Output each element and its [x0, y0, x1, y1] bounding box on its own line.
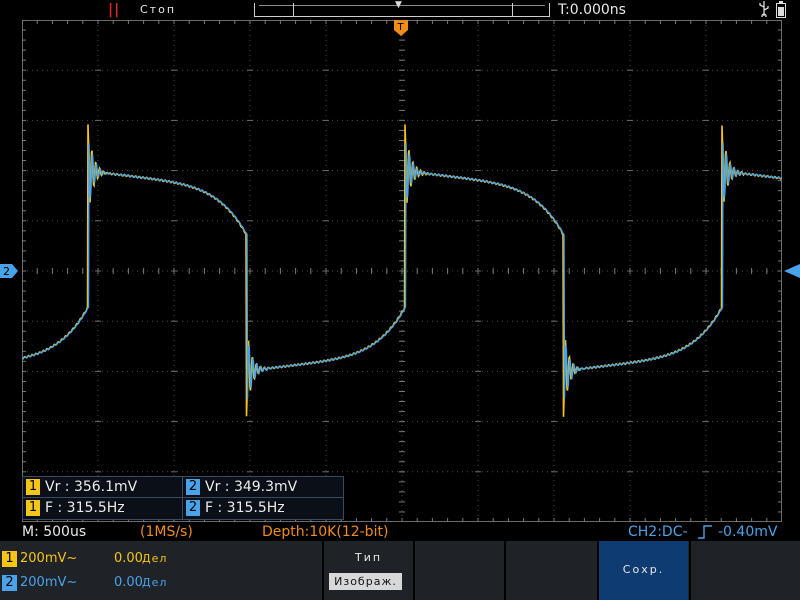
- ch2-vr-measurement: 2 Vr : 349.3mV: [183, 477, 341, 497]
- top-status-bar: || Стоп ▼ T:0.000ns: [0, 0, 800, 20]
- ch1-vr-measurement: 1 Vr : 356.1mV: [23, 477, 181, 497]
- ch1-offset: 0.00: [114, 551, 143, 566]
- battery-icon: [776, 1, 786, 18]
- ch2-frequency-measurement: 2 F : 315.5Hz: [183, 498, 341, 518]
- ch1-settings[interactable]: 1 200mV~ 0.00 Дел: [0, 548, 240, 570]
- ch2-badge: 2: [186, 500, 200, 516]
- stop-icon: ||: [108, 2, 121, 18]
- ch2-offset: 0.00: [114, 575, 143, 590]
- ch1-vr-value: Vr : 356.1mV: [45, 479, 138, 495]
- bottom-menu-bar: 1 200mV~ 0.00 Дел 2 200mV~ 0.00 Дел Тип …: [0, 541, 800, 600]
- softkey-type-label: Тип: [354, 551, 383, 564]
- ch1-badge: 1: [26, 479, 40, 495]
- memory-position-bar[interactable]: ▼: [254, 0, 550, 17]
- sample-rate-readout: (1MS/s): [140, 524, 193, 540]
- softkey-save-label: Сохр.: [622, 563, 665, 576]
- trigger-level-readout: -0.40mV: [718, 524, 778, 540]
- trigger-time-readout: T:0.000ns: [558, 2, 626, 18]
- memory-position-marker-icon: ▼: [395, 0, 402, 10]
- softkey-empty-3[interactable]: [689, 541, 780, 600]
- softkey-type[interactable]: Тип Изображ.: [322, 541, 413, 600]
- ch1-badge: 1: [26, 500, 40, 516]
- ch1-volts-per-div: 200mV~: [20, 551, 78, 566]
- memory-view-window: [293, 3, 513, 16]
- ch1-frequency-value: F : 315.5Hz: [45, 500, 125, 516]
- trigger-level-marker[interactable]: [784, 264, 800, 278]
- ch2-offset-marker[interactable]: 2: [0, 264, 18, 278]
- ch2-badge: 2: [186, 479, 200, 495]
- run-state-label[interactable]: Стоп: [140, 3, 176, 16]
- softkey-save[interactable]: Сохр.: [597, 541, 688, 600]
- rising-edge-icon: [698, 525, 712, 539]
- ch1-frequency-measurement: 1 F : 315.5Hz: [23, 498, 181, 518]
- softkey-empty-1[interactable]: [413, 541, 504, 600]
- trigger-source-readout[interactable]: CH2:DC-: [628, 524, 688, 540]
- softkey-empty-2[interactable]: [504, 541, 595, 600]
- ch2-settings[interactable]: 2 200mV~ 0.00 Дел: [0, 572, 240, 594]
- ch2-badge: 2: [2, 575, 17, 591]
- ch2-offset-unit: Дел: [142, 576, 168, 589]
- ch1-badge: 1: [2, 551, 17, 567]
- ch2-marker-label: 2: [3, 265, 10, 278]
- trigger-marker-label: T: [397, 22, 405, 33]
- measurement-panel[interactable]: 1 Vr : 356.1mV 2 Vr : 349.3mV 1 F : 315.5Hz…: [22, 476, 344, 520]
- waveform-display[interactable]: [22, 20, 782, 522]
- timebase-readout[interactable]: M: 500us: [22, 524, 86, 540]
- softkey-type-value: Изображ.: [329, 573, 402, 590]
- trigger-position-marker[interactable]: T: [394, 20, 408, 36]
- usb-icon: [759, 1, 769, 17]
- acquisition-status-line: M: 500us (1MS/s) Depth:10K(12-bit) CH2:D…: [0, 523, 800, 541]
- ch2-vr-value: Vr : 349.3mV: [205, 479, 298, 495]
- memory-depth-readout: Depth:10K(12-bit): [262, 524, 389, 540]
- ch2-frequency-value: F : 315.5Hz: [205, 500, 285, 516]
- ch1-offset-unit: Дел: [142, 552, 168, 565]
- ch2-volts-per-div: 200mV~: [20, 575, 78, 590]
